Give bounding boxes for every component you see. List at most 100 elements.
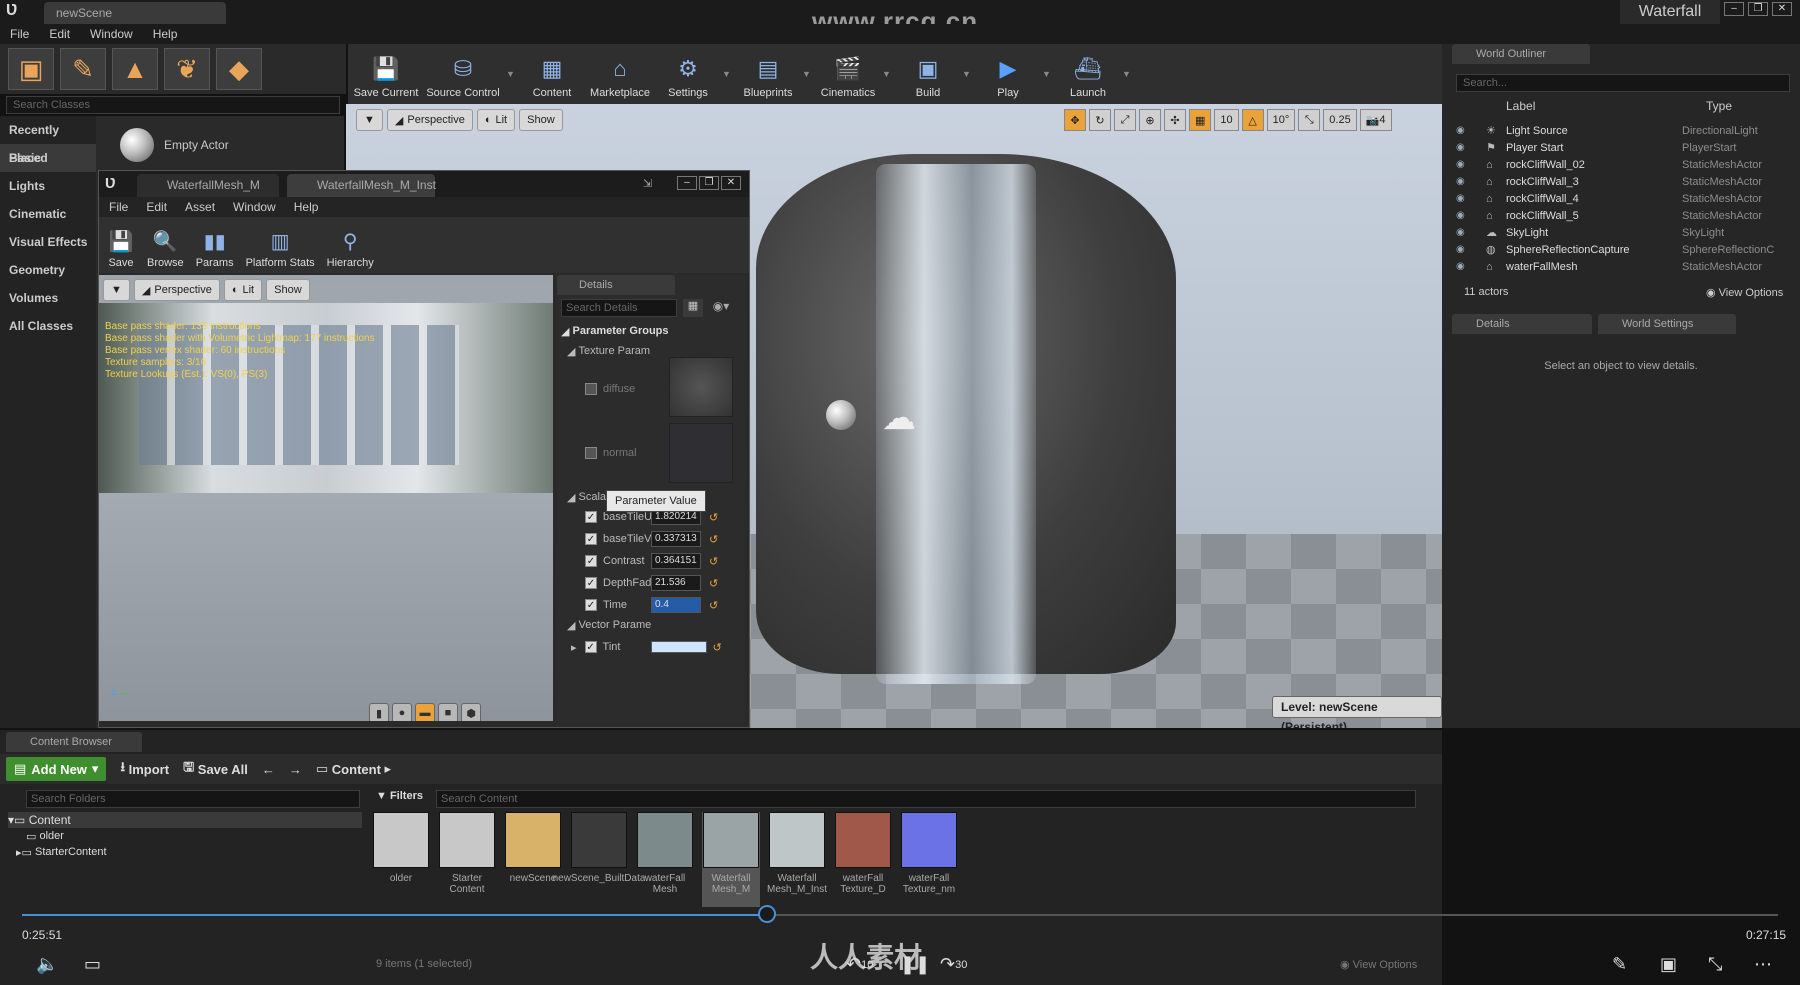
folder-content[interactable]: ▾▭ Content (8, 812, 362, 828)
outliner-view-options[interactable]: ◉ View Options (1706, 286, 1783, 300)
play-dropdown[interactable]: ▼ (1042, 69, 1054, 79)
param-checkbox[interactable]: ✓ (585, 555, 597, 567)
filters-button[interactable]: ▼ Filters (376, 790, 423, 802)
visibility-eye-icon[interactable]: ◉ (1456, 159, 1486, 170)
cube-preview-icon[interactable]: ■ (438, 703, 458, 721)
settings-dropdown[interactable]: ▼ (722, 69, 734, 79)
time-value-input[interactable]: 0.4 (651, 597, 701, 613)
mesh-preview-icon[interactable]: ⬢ (461, 703, 481, 721)
visibility-eye-icon[interactable]: ◉ (1456, 261, 1486, 272)
search-folders-input[interactable]: Search Folders (26, 790, 360, 808)
rotation-snap-value[interactable]: 10° (1266, 109, 1296, 131)
reset-arrow-icon[interactable]: ↺ (713, 641, 722, 654)
sphere-preview-icon[interactable]: ● (392, 703, 412, 721)
outliner-row[interactable]: ◉ ⌂ rockCliffWall_3 StaticMeshActor (1456, 173, 1790, 190)
play-button[interactable]: ▶ Play (974, 46, 1042, 102)
paint-mode-button[interactable]: ✎ (60, 48, 106, 90)
geometry-mode-button[interactable]: ◆ (216, 48, 262, 90)
source-control-button[interactable]: ⛁ Source Control (420, 46, 506, 102)
outliner-row[interactable]: ◉ ⌂ waterFallMesh StaticMeshActor (1456, 258, 1790, 275)
world-settings-tab[interactable]: World Settings (1598, 314, 1736, 334)
surface-snap-icon[interactable]: ✣ (1164, 109, 1186, 131)
category-all-classes[interactable]: All Classes (0, 312, 96, 340)
visibility-eye-icon[interactable]: ◉ (1456, 193, 1486, 204)
outliner-search-input[interactable]: Search... (1456, 74, 1790, 92)
content-button[interactable]: ▦ Content (518, 46, 586, 102)
back-arrow-icon[interactable]: ← (262, 762, 275, 777)
content-browser-tab[interactable]: Content Browser (6, 732, 142, 752)
plane-preview-icon[interactable]: ▬ (415, 703, 435, 721)
skylight-icon[interactable]: ☁ (882, 398, 916, 438)
outliner-row[interactable]: ◉ ◍ SphereReflectionCapture SphereReflectio… (1456, 241, 1790, 258)
reset-arrow-icon[interactable]: ↺ (709, 555, 718, 568)
outliner-row[interactable]: ◉ ⌂ rockCliffWall_02 StaticMeshActor (1456, 156, 1790, 173)
category-recently-placed[interactable]: Recently Placed (0, 116, 96, 165)
cinematics-dropdown[interactable]: ▼ (882, 69, 894, 79)
save-current-button[interactable]: 💾 Save Current (352, 46, 420, 102)
visibility-eye-icon[interactable]: ◉ (1456, 227, 1486, 238)
reset-arrow-icon[interactable]: ↺ (709, 599, 718, 612)
perspective-button[interactable]: ◢ Perspective (386, 109, 473, 131)
forward-arrow-icon[interactable]: → (289, 762, 302, 777)
grid-snap-value[interactable]: 10 (1214, 109, 1239, 131)
visibility-eye-icon[interactable]: ◉ (1456, 125, 1486, 136)
asset-tile[interactable]: Waterfall Mesh_M_Inst (767, 812, 827, 907)
maximize-button[interactable]: ❐ (1748, 2, 1768, 16)
cb-view-options[interactable]: ◉ View Options (1340, 958, 1417, 972)
grid-view-icon[interactable]: ▦ (683, 299, 703, 317)
grid-snap-icon[interactable]: ▦ (1189, 109, 1212, 131)
search-classes-input[interactable]: Search Classes (6, 96, 340, 114)
eye-filter-icon[interactable]: ◉▾ (707, 299, 735, 317)
category-basic[interactable]: Basic (0, 144, 96, 172)
settings-button[interactable]: ⚙ Settings (654, 46, 722, 102)
import-button[interactable]: ⭳ Import (120, 758, 169, 780)
mat-menu-asset[interactable]: Asset (185, 200, 215, 214)
parameter-groups-header[interactable]: ◢ Parameter Groups (557, 321, 737, 341)
pin-icon[interactable]: ⇲ (643, 177, 652, 190)
category-cinematic[interactable]: Cinematic (0, 200, 96, 228)
asset-tile[interactable]: Starter Content (438, 812, 496, 907)
material-preview-viewport[interactable]: ▼ ◢ Perspective ◐ Lit Show Base pass shade… (99, 275, 553, 721)
type-column-header[interactable]: Type (1706, 99, 1732, 113)
tab-waterfallmesh-m[interactable]: WaterfallMesh_M (137, 174, 279, 197)
param-value-input[interactable]: 0.364151 (651, 553, 701, 569)
launch-dropdown[interactable]: ▼ (1122, 69, 1134, 79)
cylinder-preview-icon[interactable]: ▮ (369, 703, 389, 721)
tint-color-swatch[interactable] (650, 641, 707, 653)
param-checkbox[interactable]: ✓ (585, 577, 597, 589)
visibility-eye-icon[interactable]: ◉ (1456, 210, 1486, 221)
translate-tool-icon[interactable]: ✥ (1064, 109, 1086, 131)
outliner-row[interactable]: ◉ ⌂ rockCliffWall_5 StaticMeshActor (1456, 207, 1790, 224)
world-local-icon[interactable]: ⊕ (1139, 109, 1161, 131)
visibility-eye-icon[interactable]: ◉ (1456, 244, 1486, 255)
visibility-eye-icon[interactable]: ◉ (1456, 142, 1486, 153)
asset-tile[interactable]: waterFall Texture_nm (900, 812, 958, 907)
mat-menu-help[interactable]: Help (294, 200, 319, 214)
outliner-row[interactable]: ◉ ⌂ rockCliffWall_4 StaticMeshActor (1456, 190, 1790, 207)
mat-show-button[interactable]: Show (266, 279, 310, 301)
outliner-row[interactable]: ◉ ☀ Light Source DirectionalLight (1456, 122, 1790, 139)
category-visual-effects[interactable]: Visual Effects (0, 228, 96, 256)
rotate-tool-icon[interactable]: ↻ (1089, 109, 1111, 131)
mat-hierarchy-button[interactable]: ⚲ Hierarchy (321, 218, 380, 272)
folder-older[interactable]: ▭ older (8, 828, 362, 844)
mat-menu-window[interactable]: Window (233, 200, 276, 214)
asset-tile-selected[interactable]: Waterfall Mesh_M (702, 812, 760, 907)
mat-menu-file[interactable]: File (109, 200, 128, 214)
volume-icon[interactable]: 🔈 (36, 954, 58, 975)
empty-actor-item[interactable]: Empty Actor (120, 128, 229, 162)
diffuse-checkbox[interactable] (585, 383, 597, 395)
scale-snap-value[interactable]: 0.25 (1323, 109, 1357, 131)
marketplace-button[interactable]: ⌂ Marketplace (586, 46, 654, 102)
visibility-eye-icon[interactable]: ◉ (1456, 176, 1486, 187)
outliner-row[interactable]: ◉ ⚑ Player Start PlayerStart (1456, 139, 1790, 156)
category-volumes[interactable]: Volumes (0, 284, 96, 312)
diffuse-texture-thumb[interactable] (669, 357, 733, 417)
show-button[interactable]: Show (519, 109, 563, 131)
mat-viewport-options-button[interactable]: ▼ (103, 279, 130, 301)
tint-checkbox[interactable]: ✓ (584, 641, 597, 653)
reset-arrow-icon[interactable]: ↺ (709, 577, 718, 590)
asset-tile[interactable]: newScene_BuiltData (553, 812, 645, 907)
param-checkbox[interactable]: ✓ (585, 511, 597, 523)
asset-tile[interactable]: waterFall Mesh (636, 812, 694, 907)
